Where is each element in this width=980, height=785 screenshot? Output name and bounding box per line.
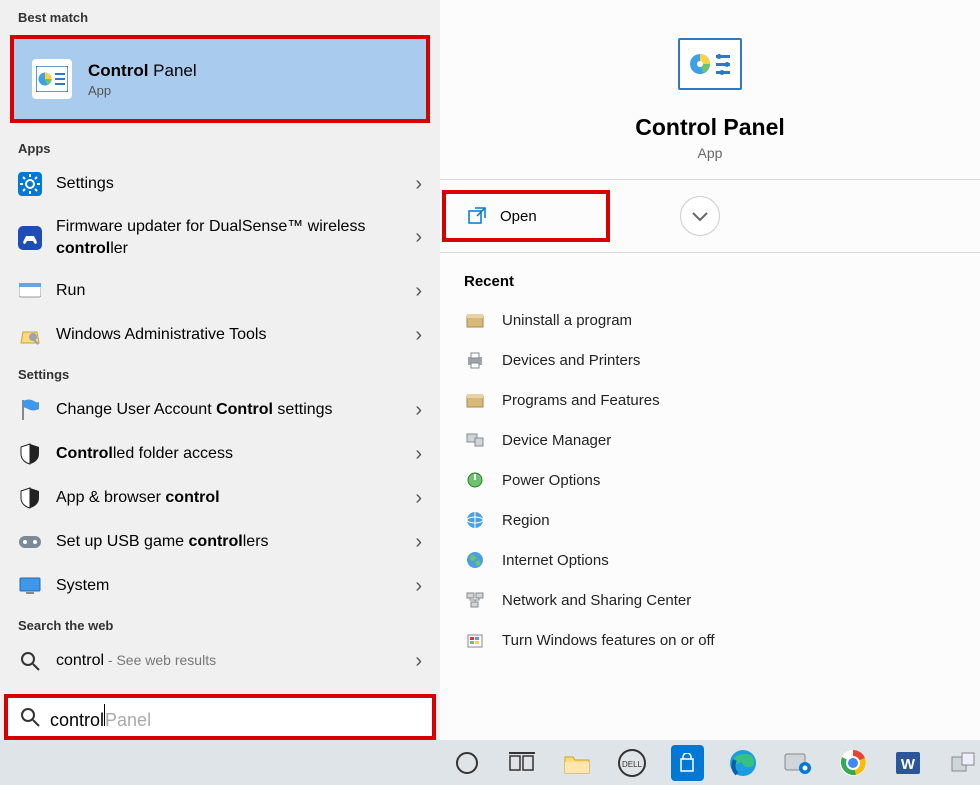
box-icon — [464, 389, 486, 411]
gear-icon — [18, 172, 42, 196]
word-icon[interactable]: W — [892, 745, 925, 781]
section-best-match: Best match — [0, 0, 440, 31]
search-ghost: Panel — [105, 710, 151, 731]
search-typed: control — [50, 710, 104, 731]
shield-icon — [18, 442, 42, 466]
chevron-right-icon: › — [415, 324, 422, 347]
settings-app-icon[interactable] — [781, 745, 814, 781]
open-icon — [468, 207, 486, 225]
task-view-icon[interactable] — [505, 745, 538, 781]
app-row-dualsense[interactable]: Firmware updater for DualSense™ wireless… — [0, 206, 440, 269]
setting-label: System — [56, 575, 109, 597]
chevron-right-icon: › — [415, 280, 422, 303]
app-row-admintools[interactable]: Windows Administrative Tools › — [0, 313, 440, 357]
recent-item[interactable]: Uninstall a program — [440, 300, 980, 340]
recent-item[interactable]: Power Options — [440, 460, 980, 500]
box-icon — [464, 309, 486, 331]
search-results-pane: Best match Control Panel App — [0, 0, 440, 740]
web-row[interactable]: control - See web results › — [0, 639, 440, 683]
setting-label: App & browser control — [56, 487, 220, 509]
recent-item[interactable]: Network and Sharing Center — [440, 580, 980, 620]
control-panel-icon — [32, 59, 72, 99]
open-label: Open — [500, 208, 537, 225]
best-match-result[interactable]: Control Panel App — [10, 35, 430, 123]
chevron-right-icon: › — [415, 226, 422, 249]
network-icon — [464, 589, 486, 611]
chevron-right-icon: › — [415, 399, 422, 422]
app-icon[interactable] — [947, 745, 980, 781]
setting-row-folder-access[interactable]: Controlled folder access › — [0, 432, 440, 476]
search-box[interactable]: control Panel — [4, 694, 436, 740]
features-icon — [464, 629, 486, 651]
best-match-title: Control Panel — [88, 61, 197, 81]
recent-header: Recent — [440, 253, 980, 300]
recent-item[interactable]: Programs and Features — [440, 380, 980, 420]
app-label: Windows Administrative Tools — [56, 324, 266, 346]
app-label: Settings — [56, 173, 114, 195]
recent-item[interactable]: Devices and Printers — [440, 340, 980, 380]
app-label: Run — [56, 280, 85, 302]
recent-item[interactable]: Internet Options — [440, 540, 980, 580]
setting-label: Set up USB game controllers — [56, 531, 269, 553]
search-icon — [18, 649, 42, 673]
setting-label: Change User Account Control settings — [56, 399, 333, 421]
chevron-right-icon: › — [415, 487, 422, 510]
control-panel-icon — [678, 38, 742, 90]
app-row-settings[interactable]: Settings › — [0, 162, 440, 206]
run-icon — [18, 279, 42, 303]
power-icon — [464, 469, 486, 491]
setting-row-usb-game[interactable]: Set up USB game controllers › — [0, 520, 440, 564]
preview-sub: App — [698, 145, 723, 161]
preview-pane: Control Panel App Open Recent Uninstall … — [440, 0, 980, 740]
dell-icon[interactable]: DELL — [616, 745, 649, 781]
best-match-sub: App — [88, 83, 197, 98]
chevron-right-icon: › — [415, 575, 422, 598]
flag-icon — [18, 398, 42, 422]
taskbar: DELL W — [0, 740, 980, 785]
setting-label: Controlled folder access — [56, 443, 233, 465]
expand-button[interactable] — [680, 196, 720, 236]
chrome-icon[interactable] — [836, 745, 869, 781]
store-icon[interactable] — [671, 745, 704, 781]
dualsense-icon — [18, 226, 42, 250]
recent-item[interactable]: Region — [440, 500, 980, 540]
setting-row-uac[interactable]: Change User Account Control settings › — [0, 388, 440, 432]
preview-title: Control Panel — [635, 114, 785, 141]
setting-row-system[interactable]: System › — [0, 564, 440, 608]
admin-tools-icon — [18, 323, 42, 347]
shield-icon — [18, 486, 42, 510]
edge-icon[interactable] — [726, 745, 759, 781]
setting-row-app-browser[interactable]: App & browser control › — [0, 476, 440, 520]
app-row-run[interactable]: Run › — [0, 269, 440, 313]
recent-item[interactable]: Turn Windows features on or off — [440, 620, 980, 660]
recent-item[interactable]: Device Manager — [440, 420, 980, 460]
gamepad-icon — [18, 530, 42, 554]
globe-icon — [464, 509, 486, 531]
section-settings: Settings — [0, 357, 440, 388]
section-web: Search the web — [0, 608, 440, 639]
search-icon — [20, 707, 40, 727]
open-button[interactable]: Open — [442, 190, 610, 242]
file-explorer-icon[interactable] — [560, 745, 593, 781]
internet-icon — [464, 549, 486, 571]
printer-icon — [464, 349, 486, 371]
chevron-right-icon: › — [415, 650, 422, 673]
app-label: Firmware updater for DualSense™ wireless… — [56, 216, 376, 259]
svg-text:W: W — [901, 756, 916, 773]
section-apps: Apps — [0, 131, 440, 162]
web-label: control - See web results — [56, 650, 216, 672]
chevron-right-icon: › — [415, 173, 422, 196]
chevron-right-icon: › — [415, 531, 422, 554]
device-icon — [464, 429, 486, 451]
svg-text:DELL: DELL — [622, 760, 643, 769]
chevron-right-icon: › — [415, 443, 422, 466]
monitor-icon — [18, 574, 42, 598]
cortana-icon[interactable] — [450, 745, 483, 781]
